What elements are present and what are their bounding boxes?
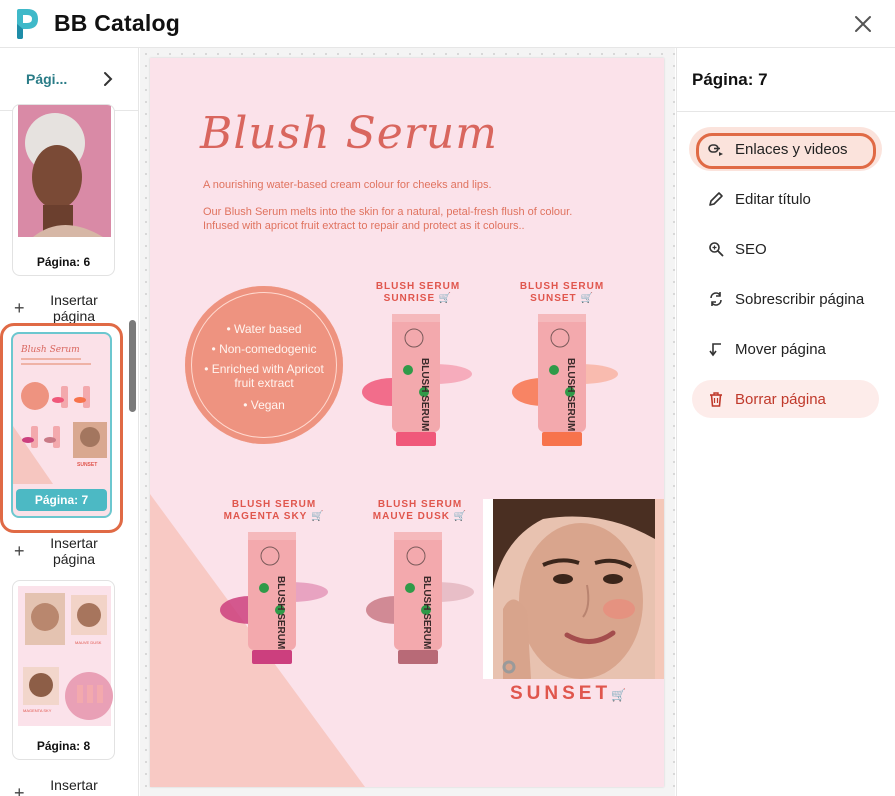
svg-text:MAUVE DUSK: MAUVE DUSK <box>75 640 102 645</box>
refresh-icon <box>710 292 722 306</box>
edit-title-button[interactable]: Editar título <box>692 180 879 218</box>
seo-button[interactable]: SEO <box>692 230 879 268</box>
product-line: BLUSH SERUM <box>377 499 463 510</box>
page-thumbnail-label: Página: 6 <box>36 255 91 269</box>
page-7-preview-image: Blush Serum SUNSET <box>13 345 107 484</box>
app-title: BB Catalog <box>54 10 180 36</box>
page-thumbnail-6[interactable]: Página: 6 <box>12 104 115 276</box>
page-options-panel: Página: 7 Enlaces y videos Editar título… <box>676 48 895 796</box>
menu-item-label: Editar título <box>735 191 811 208</box>
page-thumbnail-7-selected[interactable]: Blush Serum SUNSET Página: 7 <box>0 323 123 533</box>
plus-icon: + <box>14 298 25 318</box>
search-zoom-icon <box>709 242 724 257</box>
app-logo-icon <box>17 9 38 39</box>
product-shade: SUNSET <box>530 293 577 304</box>
menu-item-label: Mover página <box>735 341 826 358</box>
svg-text:BLUSH SERUM: BLUSH SERUM <box>565 358 576 431</box>
cart-icon[interactable]: 🛒 <box>439 293 452 304</box>
pages-sidebar: Pági... Página: 6 + Insertar página Blus… <box>0 48 139 796</box>
page-7-preview: Blush Serum SUNSET Página: 7 <box>11 332 112 518</box>
move-page-button[interactable]: Mover página <box>692 330 879 368</box>
product-name-sunrise[interactable]: BLUSH SERUM SUNRISE 🛒 <box>366 281 470 305</box>
insert-page-label: Insertar página <box>50 535 98 567</box>
page-heading: Blush Serum <box>200 108 498 159</box>
svg-text:BLUSH SERUM: BLUSH SERUM <box>421 576 432 649</box>
product-line: BLUSH SERUM <box>519 281 605 292</box>
close-icon[interactable] <box>851 12 875 36</box>
menu-item-label: Borrar página <box>735 391 826 408</box>
product-tube-mauve-dusk: BLUSH SERUM <box>366 532 474 664</box>
overwrite-page-button[interactable]: Sobrescribir página <box>692 280 879 318</box>
page-options-header: Página: 7 <box>677 48 895 112</box>
insert-page-button[interactable]: + Insertar página <box>14 535 124 569</box>
feature-item: • Non-comedogenic <box>211 342 317 356</box>
cart-icon[interactable]: 🛒 <box>311 511 324 522</box>
product-tube-sunrise: BLUSH SERUM <box>362 314 472 446</box>
svg-text:Blush Serum: Blush Serum <box>20 345 80 355</box>
product-line: BLUSH SERUM <box>231 499 317 510</box>
plus-icon: + <box>14 541 25 561</box>
cart-icon[interactable]: 🛒 <box>611 688 630 702</box>
pencil-icon <box>709 192 723 206</box>
insert-page-button[interactable]: + Insertar página <box>14 292 124 326</box>
insert-page-button[interactable]: + Insertar página <box>14 777 124 796</box>
sidebar-scrollbar[interactable] <box>129 320 136 412</box>
insert-page-label: Insertar página <box>50 777 98 796</box>
page-description: Our Blush Serum melts into the skin for … <box>203 206 573 232</box>
page-thumbnail-label: Página: 8 <box>36 739 91 753</box>
product-line: BLUSH SERUM <box>375 281 461 292</box>
product-name-sunset[interactable]: BLUSH SERUM SUNSET 🛒 <box>510 281 614 305</box>
product-shade: MAGENTA SKY <box>223 511 308 522</box>
cart-icon[interactable]: 🛒 <box>454 511 467 522</box>
link-video-icon <box>708 144 723 156</box>
pages-tab-header: Pági... <box>0 48 138 111</box>
product-tube-magenta-sky: BLUSH SERUM <box>220 532 328 664</box>
move-arrow-icon <box>709 343 721 357</box>
plus-icon: + <box>14 783 25 796</box>
chevron-right-icon[interactable] <box>101 71 115 87</box>
model-face-photo[interactable] <box>483 499 664 679</box>
insert-page-label: Insertar página <box>50 292 98 324</box>
svg-text:SUNSET: SUNSET <box>77 462 97 468</box>
feature-item: • Enriched with Apricot fruit extract <box>204 362 324 390</box>
links-videos-button[interactable]: Enlaces y videos <box>692 130 879 169</box>
menu-item-label: SEO <box>735 241 767 258</box>
cart-icon[interactable]: 🛒 <box>580 293 593 304</box>
app-header: BB Catalog <box>0 0 895 48</box>
svg-text:BLUSH SERUM: BLUSH SERUM <box>419 358 430 431</box>
product-shade: SUNRISE <box>383 293 436 304</box>
menu-item-label: Sobrescribir página <box>735 291 865 308</box>
menu-item-label: Enlaces y videos <box>735 141 848 158</box>
feature-item: • Vegan <box>243 398 285 412</box>
page-6-preview-image <box>18 105 111 237</box>
page-options-title: Página: 7 <box>692 70 768 89</box>
pages-tab-label[interactable]: Pági... <box>26 71 67 87</box>
features-circle: • Water based • Non-comedogenic • Enrich… <box>185 286 343 444</box>
product-shade: MAUVE DUSK <box>372 511 450 522</box>
editor-canvas: Blush Serum A nourishing water-based cre… <box>140 48 675 796</box>
trash-icon <box>710 392 722 407</box>
product-name-magenta-sky[interactable]: BLUSH SERUM MAGENTA SKY 🛒 <box>220 499 328 523</box>
svg-text:MAGENTA SKY: MAGENTA SKY <box>23 708 52 713</box>
sunset-banner[interactable]: SUNSET🛒 <box>510 683 630 705</box>
feature-item: • Water based <box>226 322 302 336</box>
model-face-illustration <box>483 499 655 679</box>
svg-text:BLUSH SERUM: BLUSH SERUM <box>275 576 286 649</box>
delete-page-button[interactable]: Borrar página <box>692 380 879 418</box>
product-name-mauve-dusk[interactable]: BLUSH SERUM MAUVE DUSK 🛒 <box>366 499 474 523</box>
page-tagline: A nourishing water-based cream colour fo… <box>203 179 492 191</box>
product-tube-sunset: BLUSH SERUM <box>512 314 618 446</box>
sunset-banner-text: SUNSET <box>510 683 612 704</box>
catalog-page[interactable]: Blush Serum A nourishing water-based cre… <box>150 58 664 787</box>
page-thumbnail-8[interactable]: MAUVE DUSK MAGENTA SKY Página: 8 <box>12 580 115 760</box>
page-8-preview-image: MAUVE DUSK MAGENTA SKY <box>18 586 113 726</box>
selected-page-badge: Página: 7 <box>16 489 107 511</box>
